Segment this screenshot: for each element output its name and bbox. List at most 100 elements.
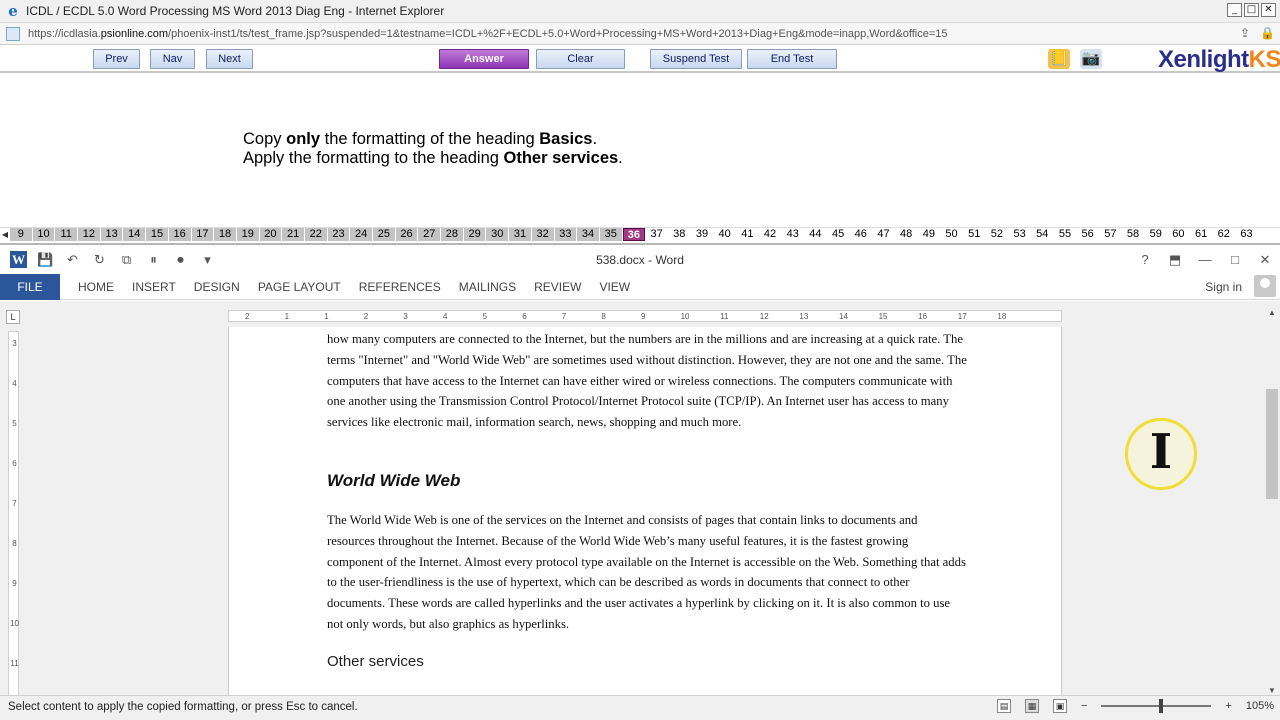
question-number-57[interactable]: 57 — [1099, 228, 1122, 241]
zoom-in-icon[interactable]: + — [1225, 700, 1231, 712]
maximize-icon[interactable]: □ — [1244, 3, 1259, 17]
question-number-22[interactable]: 22 — [304, 228, 328, 241]
question-number-13[interactable]: 13 — [100, 228, 124, 241]
question-number-38[interactable]: 38 — [668, 228, 691, 241]
web-layout-icon[interactable]: ▣ — [1052, 699, 1067, 713]
question-number-52[interactable]: 52 — [986, 228, 1009, 241]
question-number-56[interactable]: 56 — [1076, 228, 1099, 241]
question-number-48[interactable]: 48 — [895, 228, 918, 241]
close-icon[interactable]: ✕ — [1258, 251, 1272, 268]
tab-references[interactable]: REFERENCES — [359, 280, 441, 294]
nav-button[interactable]: Nav — [150, 49, 195, 69]
question-number-33[interactable]: 33 — [554, 228, 578, 241]
minimize-icon[interactable]: _ — [1227, 3, 1242, 17]
question-number-9[interactable]: 9 — [10, 228, 33, 241]
question-number-29[interactable]: 29 — [463, 228, 487, 241]
question-number-63[interactable]: 63 — [1235, 228, 1258, 241]
heading-other-services[interactable]: Other services — [327, 653, 424, 670]
question-number-46[interactable]: 46 — [849, 228, 872, 241]
question-number-45[interactable]: 45 — [827, 228, 850, 241]
question-number-59[interactable]: 59 — [1144, 228, 1167, 241]
heading-world-wide-web[interactable]: World Wide Web — [327, 471, 460, 491]
tab-home[interactable]: HOME — [78, 280, 114, 294]
sign-in-link[interactable]: Sign in — [1205, 280, 1242, 294]
paragraph-1[interactable]: how many computers are connected to the … — [327, 329, 967, 433]
vertical-scrollbar[interactable]: ▲ ▼ — [1264, 307, 1280, 697]
question-number-53[interactable]: 53 — [1008, 228, 1031, 241]
question-number-35[interactable]: 35 — [599, 228, 623, 241]
question-number-41[interactable]: 41 — [736, 228, 759, 241]
end-test-button[interactable]: End Test — [747, 49, 837, 69]
next-button[interactable]: Next — [206, 49, 253, 69]
tab-insert[interactable]: INSERT — [132, 280, 176, 294]
zoom-slider[interactable] — [1101, 699, 1212, 713]
zoom-out-icon[interactable]: − — [1081, 700, 1087, 712]
question-number-44[interactable]: 44 — [804, 228, 827, 241]
question-number-62[interactable]: 62 — [1212, 228, 1235, 241]
tab-mailings[interactable]: MAILINGS — [459, 280, 516, 294]
prev-button[interactable]: Prev — [93, 49, 140, 69]
maximize-icon[interactable]: □ — [1228, 251, 1242, 268]
ribbon-display-icon[interactable]: ⬒ — [1168, 251, 1182, 268]
question-number-10[interactable]: 10 — [32, 228, 56, 241]
avatar[interactable] — [1254, 275, 1276, 297]
question-number-50[interactable]: 50 — [940, 228, 963, 241]
question-number-12[interactable]: 12 — [78, 228, 101, 241]
scroll-up-icon[interactable]: ▲ — [1266, 307, 1278, 319]
question-number-34[interactable]: 34 — [577, 228, 600, 241]
question-number-17[interactable]: 17 — [191, 228, 215, 241]
tab-file[interactable]: FILE — [0, 273, 60, 300]
vertical-ruler[interactable]: 3 4 5 6 7 8 9 10 11 — [8, 331, 19, 697]
question-number-27[interactable]: 27 — [418, 228, 442, 241]
tab-review[interactable]: REVIEW — [534, 280, 581, 294]
suspend-test-button[interactable]: Suspend Test — [650, 49, 742, 69]
question-number-23[interactable]: 23 — [327, 228, 351, 241]
question-number-61[interactable]: 61 — [1190, 228, 1213, 241]
zoom-slider-knob[interactable] — [1159, 699, 1164, 713]
question-number-32[interactable]: 32 — [531, 228, 555, 241]
minimize-icon[interactable]: — — [1198, 251, 1212, 268]
question-number-25[interactable]: 25 — [373, 228, 396, 241]
question-number-43[interactable]: 43 — [781, 228, 804, 241]
read-mode-icon[interactable]: ▤ — [996, 699, 1011, 713]
question-number-11[interactable]: 11 — [55, 228, 79, 241]
share-icon[interactable]: ⇪ — [1238, 26, 1252, 41]
camera-icon[interactable]: 📷 — [1080, 49, 1102, 69]
question-number-60[interactable]: 60 — [1167, 228, 1190, 241]
question-number-21[interactable]: 21 — [282, 228, 305, 241]
question-number-36[interactable]: 36 — [622, 228, 646, 241]
question-number-40[interactable]: 40 — [713, 228, 736, 241]
question-number-20[interactable]: 20 — [259, 228, 283, 241]
question-number-14[interactable]: 14 — [123, 228, 147, 241]
strip-left-arrow-icon[interactable]: ◀ — [0, 230, 10, 239]
tab-view[interactable]: VIEW — [599, 280, 630, 294]
question-number-31[interactable]: 31 — [509, 228, 532, 241]
url-field[interactable]: https://icdlasia.psionline.com/phoenix-i… — [28, 28, 1208, 40]
tab-design[interactable]: DESIGN — [194, 280, 240, 294]
question-number-26[interactable]: 26 — [395, 228, 419, 241]
tab-page-layout[interactable]: PAGE LAYOUT — [258, 280, 341, 294]
clear-button[interactable]: Clear — [536, 49, 625, 69]
question-number-54[interactable]: 54 — [1031, 228, 1054, 241]
close-icon[interactable]: ✕ — [1261, 3, 1276, 17]
question-number-58[interactable]: 58 — [1122, 228, 1145, 241]
question-number-24[interactable]: 24 — [350, 228, 373, 241]
document-page[interactable]: how many computers are connected to the … — [228, 327, 1062, 697]
question-number-42[interactable]: 42 — [759, 228, 782, 241]
tab-selector-icon[interactable]: L — [6, 310, 20, 324]
question-number-28[interactable]: 28 — [441, 228, 464, 241]
question-number-15[interactable]: 15 — [146, 228, 169, 241]
question-number-39[interactable]: 39 — [691, 228, 714, 241]
question-number-49[interactable]: 49 — [918, 228, 941, 241]
question-number-19[interactable]: 19 — [236, 228, 260, 241]
answer-button[interactable]: Answer — [439, 49, 529, 69]
question-number-30[interactable]: 30 — [486, 228, 510, 241]
paragraph-2[interactable]: The World Wide Web is one of the service… — [327, 510, 967, 635]
zoom-level[interactable]: 105% — [1246, 700, 1274, 712]
print-layout-icon[interactable]: ▦ — [1024, 699, 1039, 713]
question-number-37[interactable]: 37 — [645, 228, 668, 241]
question-number-55[interactable]: 55 — [1054, 228, 1077, 241]
help-icon[interactable]: ? — [1138, 251, 1152, 268]
horizontal-ruler[interactable]: 2 1 1 2 3 4 5 6 7 8 9 10 11 12 13 14 15 16 17 18 — [228, 310, 1062, 322]
lock-icon[interactable]: 🔒 — [1260, 26, 1275, 41]
